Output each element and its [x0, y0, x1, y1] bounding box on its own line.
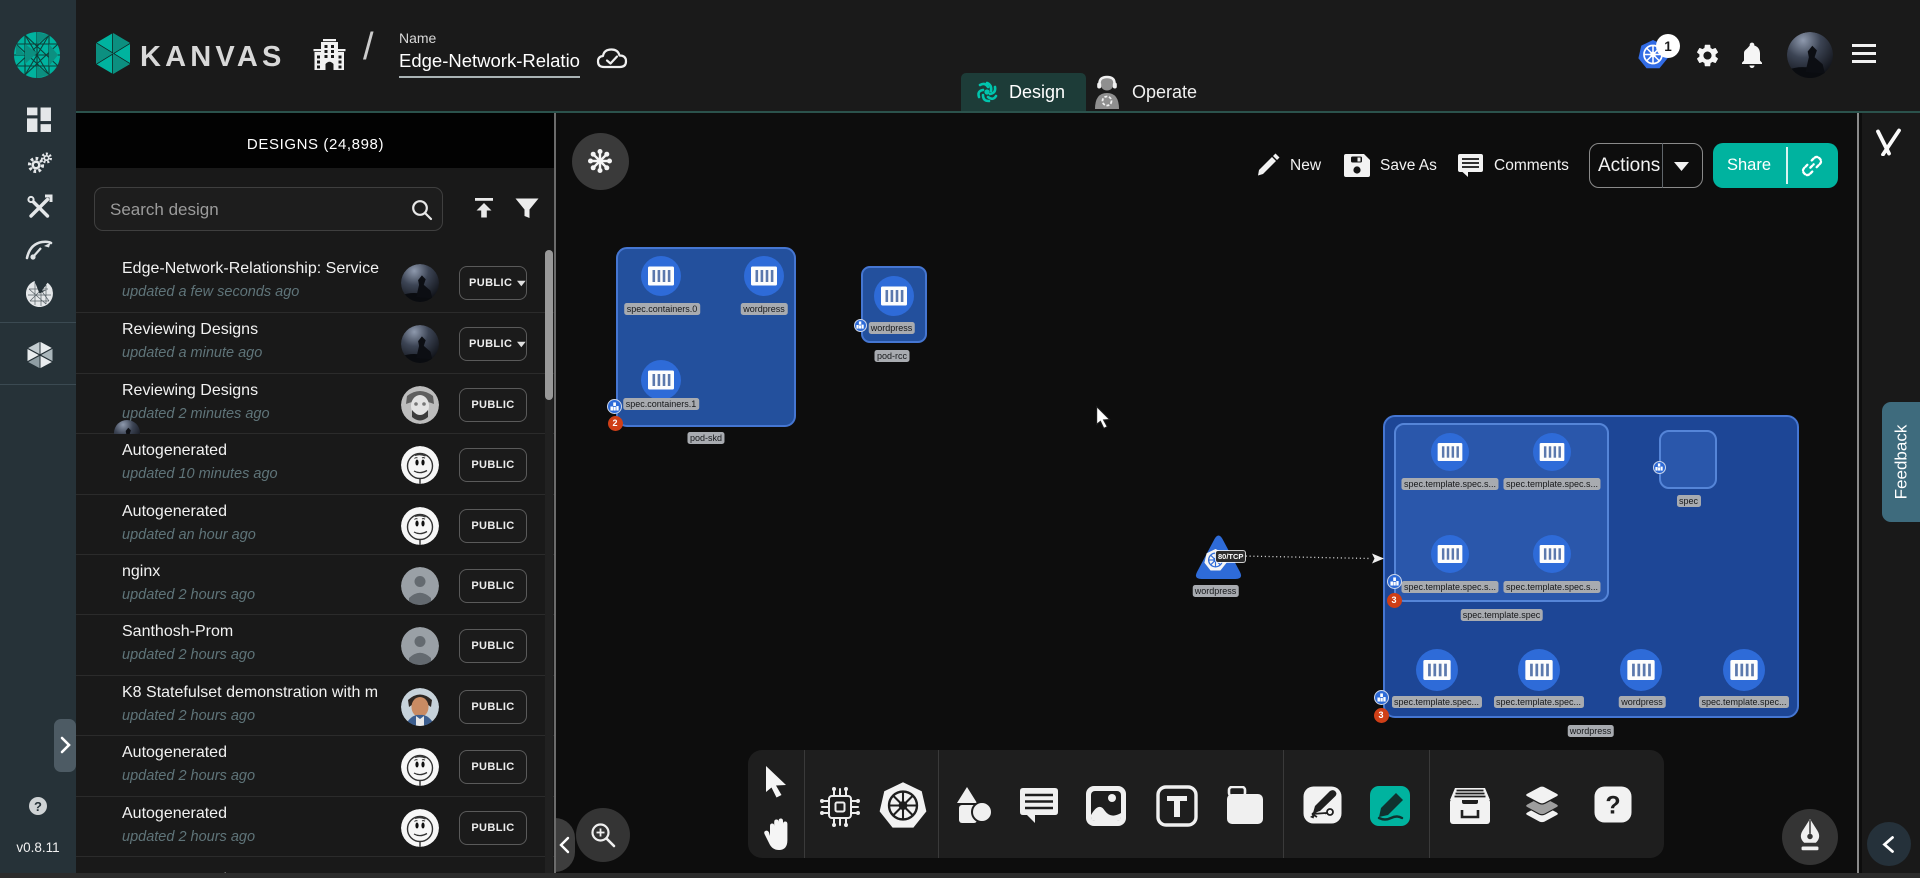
svg-text:?: ?	[1605, 792, 1620, 820]
